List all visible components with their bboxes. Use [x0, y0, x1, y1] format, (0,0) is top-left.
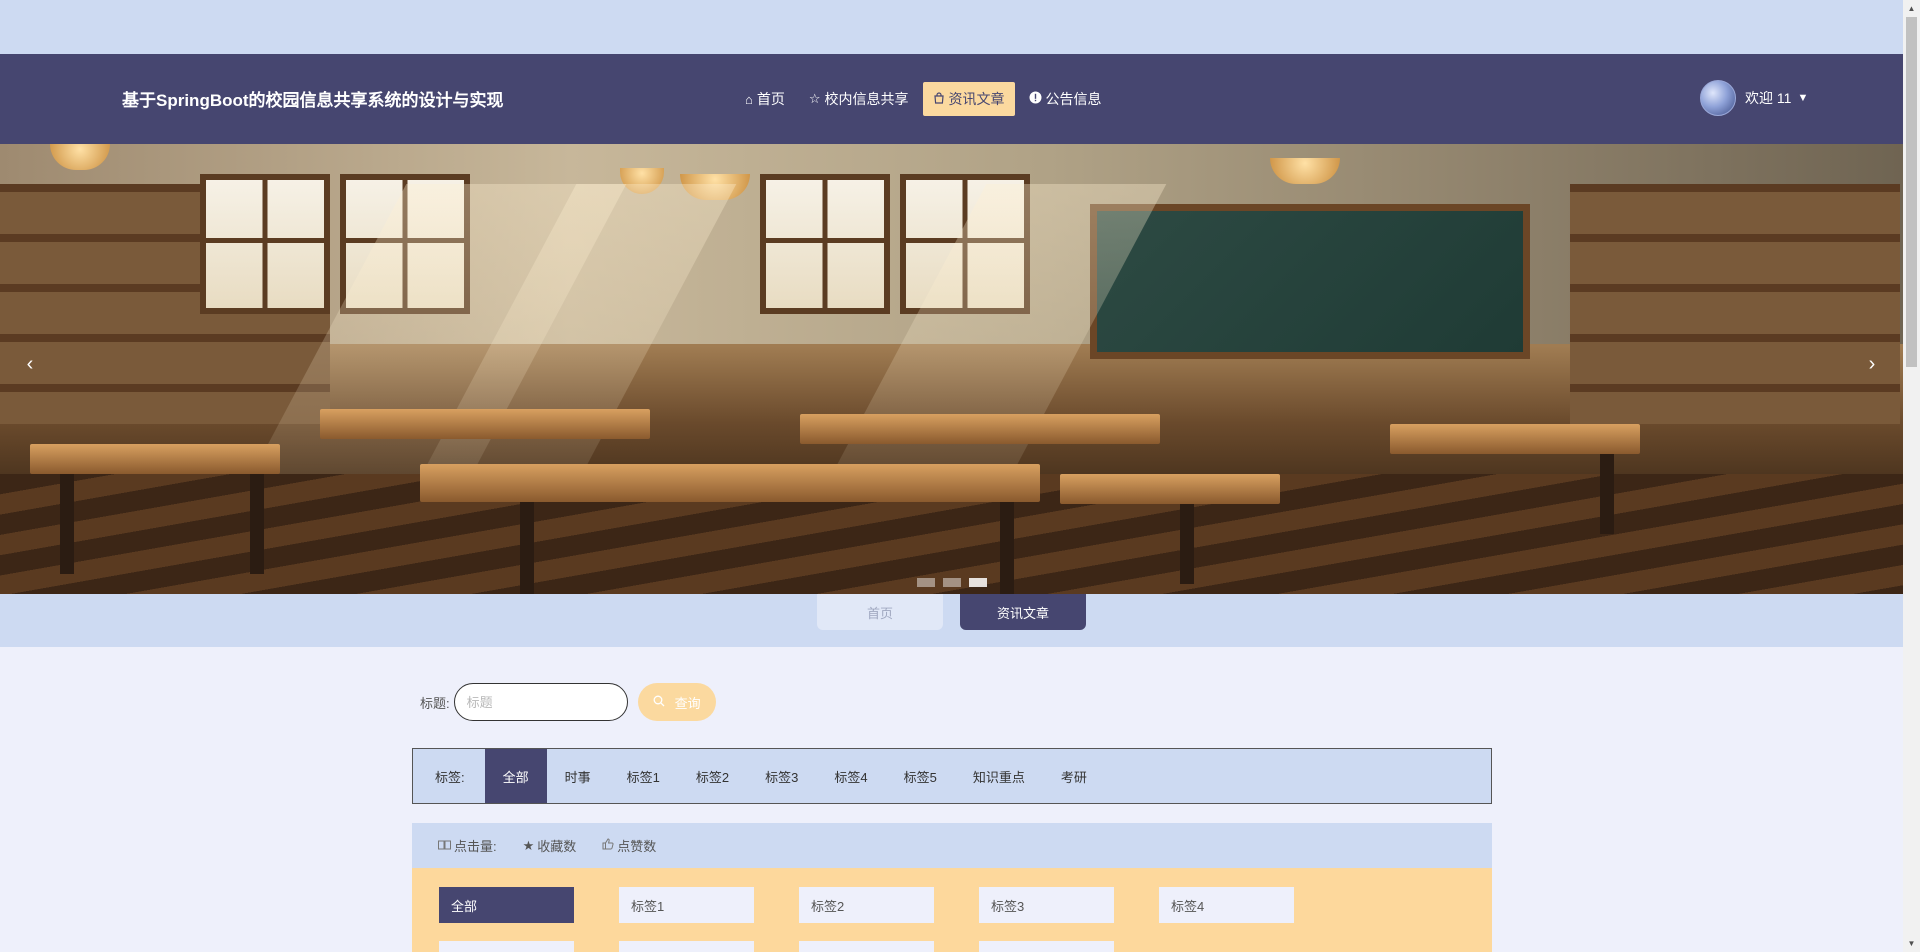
tag-4[interactable]: 标签4 — [816, 749, 885, 803]
nav-home-label: 首页 — [756, 91, 785, 107]
breadcrumb-home[interactable]: 首页 — [817, 594, 943, 630]
category-panel: 全部 标签1 标签2 标签3 标签4 — [412, 868, 1492, 952]
caret-down-icon: ▼ — [1797, 92, 1809, 104]
category-item[interactable] — [799, 941, 934, 952]
user-menu[interactable]: 欢迎 11 ▼ — [1700, 80, 1808, 116]
sort-by-clicks-label: 点击量: — [454, 839, 497, 854]
breadcrumb-band — [0, 594, 1903, 647]
carousel-dot[interactable] — [916, 578, 935, 587]
category-item[interactable] — [439, 941, 574, 952]
site-title: 基于SpringBoot的校园信息共享系统的设计与实现 — [122, 91, 504, 110]
title-search-input[interactable] — [453, 683, 628, 721]
tag-filter-label: 标签: — [435, 769, 465, 785]
chevron-right-icon: › — [1868, 352, 1876, 375]
carousel-next-button[interactable]: › — [1852, 344, 1892, 384]
sort-by-clicks[interactable]: 点击量: — [438, 836, 497, 855]
breadcrumb-current[interactable]: 资讯文章 — [960, 594, 1086, 630]
sort-bar: 点击量: ★ 收藏数 点赞数 — [412, 823, 1492, 868]
search-form: 标题: 查询 — [420, 683, 716, 721]
tag-all[interactable]: 全部 — [484, 749, 547, 803]
nav-notices[interactable]: 公告信息 — [1019, 82, 1112, 116]
tag-1[interactable]: 标签1 — [609, 749, 678, 803]
bag-icon — [933, 91, 945, 107]
sort-by-favorites[interactable]: ★ 收藏数 — [523, 836, 577, 855]
star-filled-icon: ★ — [522, 837, 535, 853]
tag-2[interactable]: 标签2 — [678, 749, 747, 803]
tag-3[interactable]: 标签3 — [747, 749, 816, 803]
tag-current-affairs[interactable]: 时事 — [547, 749, 609, 803]
search-label: 标题: — [420, 695, 450, 711]
tag-5[interactable]: 标签5 — [886, 749, 955, 803]
category-tag-4[interactable]: 标签4 — [1159, 887, 1294, 923]
nav-notices-label: 公告信息 — [1045, 91, 1102, 107]
nav-campus-share-label: 校内信息共享 — [824, 91, 909, 107]
search-button[interactable]: 查询 — [637, 683, 716, 721]
carousel-prev-button[interactable]: ‹ — [10, 344, 50, 384]
star-icon: ☆ — [808, 91, 821, 106]
category-item[interactable] — [979, 941, 1114, 952]
site-header: 基于SpringBoot的校园信息共享系统的设计与实现 ⌂ 首页 ☆ 校内信息共… — [0, 54, 1903, 144]
sort-by-likes[interactable]: 点赞数 — [602, 836, 656, 855]
search-icon — [653, 695, 665, 710]
scroll-thumb[interactable] — [1906, 17, 1917, 367]
category-tag-1[interactable]: 标签1 — [619, 887, 754, 923]
nav-articles[interactable]: 资讯文章 — [922, 82, 1015, 116]
category-tag-2[interactable]: 标签2 — [799, 887, 934, 923]
avatar — [1700, 80, 1736, 116]
category-tag-3[interactable]: 标签3 — [979, 887, 1114, 923]
category-item[interactable] — [619, 941, 754, 952]
chevron-left-icon: ‹ — [26, 352, 34, 375]
nav-articles-label: 资讯文章 — [948, 91, 1005, 107]
nav-campus-share[interactable]: ☆ 校内信息共享 — [799, 82, 919, 116]
tag-postgrad-exam[interactable]: 考研 — [1043, 749, 1105, 803]
carousel-dot[interactable] — [942, 578, 961, 587]
carousel-dot-active[interactable] — [968, 578, 987, 587]
scroll-up-icon[interactable]: ▲ — [1903, 0, 1920, 17]
banner-carousel: ‹ › — [0, 144, 1903, 594]
tag-key-points[interactable]: 知识重点 — [955, 749, 1043, 803]
home-icon: ⌂ — [745, 91, 753, 107]
nav-home[interactable]: ⌂ 首页 — [735, 82, 795, 116]
top-strip — [0, 0, 1903, 54]
scroll-down-icon[interactable]: ▼ — [1903, 935, 1920, 952]
search-button-label: 查询 — [674, 695, 701, 711]
page-scrollbar[interactable]: ▲ ▼ — [1903, 0, 1920, 952]
user-greeting: 欢迎 11 — [1745, 90, 1792, 106]
sort-by-likes-label: 点赞数 — [617, 839, 657, 854]
main-nav: ⌂ 首页 ☆ 校内信息共享 资讯文章 公告信息 — [735, 82, 1112, 116]
sort-by-favorites-label: 收藏数 — [537, 839, 577, 854]
category-all[interactable]: 全部 — [439, 887, 574, 923]
thumbs-up-icon — [602, 838, 614, 853]
info-circle-icon — [1029, 91, 1042, 107]
tag-filter-bar: 标签: 全部 时事 标签1 标签2 标签3 标签4 标签5 知识重点 考研 — [412, 748, 1492, 804]
book-icon — [438, 838, 451, 853]
carousel-indicators — [0, 578, 1903, 587]
